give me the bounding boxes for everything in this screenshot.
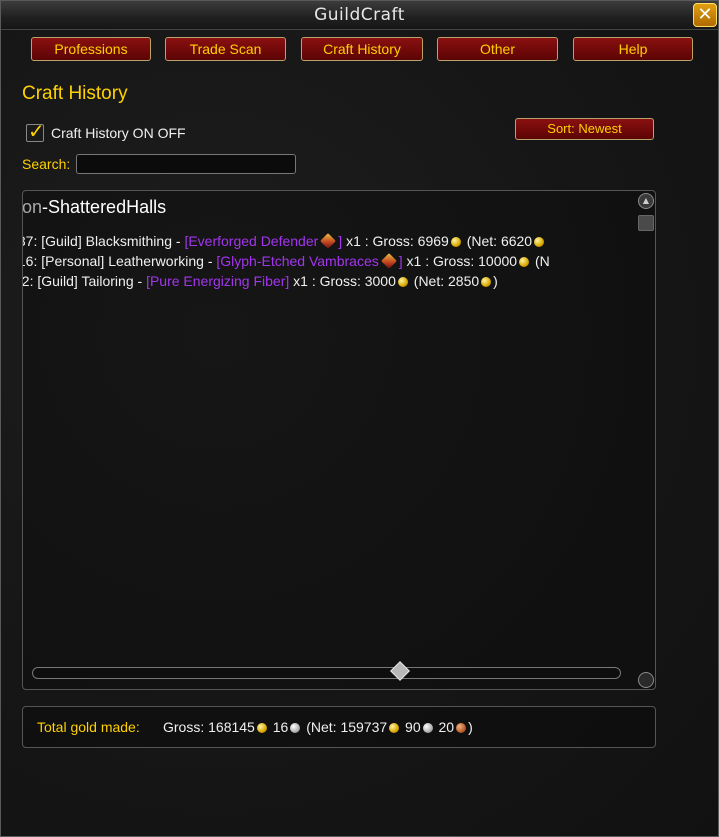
log-time: :37: <box>23 233 38 249</box>
log-qty: x1 <box>406 253 422 269</box>
log-channel: [Guild] <box>41 233 82 249</box>
silver-coin-icon <box>422 723 433 733</box>
gold-coin-icon <box>481 277 492 287</box>
log-time: :16: <box>23 253 38 269</box>
item-name: [Glyph-Etched Vambraces <box>216 253 379 269</box>
item-link[interactable]: [Glyph-Etched Vambraces] <box>216 253 402 269</box>
gold-coin-icon <box>519 257 530 267</box>
log-profession: Blacksmithing <box>85 233 172 249</box>
craft-log-panel: :on-ShatteredHalls :37: [Guild] Blacksmi… <box>22 190 656 690</box>
log-header-prefix: :on <box>22 197 43 217</box>
log-lines: :37: [Guild] Blacksmithing - [Everforged… <box>22 231 629 291</box>
log-profession: Leatherworking <box>108 253 204 269</box>
tab-craft-history[interactable]: Craft History <box>301 37 423 61</box>
craft-history-checkbox[interactable]: ✓ <box>26 119 45 143</box>
log-gross-label: Gross: <box>372 233 414 249</box>
log-header-text: -ShatteredHalls <box>42 197 167 217</box>
log-net-label: (N <box>534 253 550 269</box>
item-name: [Everforged Defender <box>184 233 319 249</box>
scroll-to-bottom-icon[interactable] <box>638 672 654 688</box>
log-line: :37: [Guild] Blacksmithing - [Everforged… <box>23 231 629 251</box>
log-dash: - <box>207 253 213 269</box>
close-button[interactable]: ✕ <box>693 3 717 27</box>
item-close: ] <box>398 253 403 269</box>
total-gold-label: Total gold made: <box>37 719 140 735</box>
title-bar[interactable]: GuildCraft <box>1 1 718 30</box>
total-gold-values: Gross: 168145 16 (Net: 159737 90 20) <box>163 719 473 735</box>
vertical-scroll-thumb[interactable] <box>638 215 654 231</box>
tab-bar: Professions Trade Scan Craft History Oth… <box>1 37 718 63</box>
checkmark-icon: ✓ <box>28 119 45 143</box>
log-line: :16: [Personal] Leatherworking - [Glyph-… <box>23 251 629 271</box>
gold-coin-icon <box>256 723 267 733</box>
tab-help[interactable]: Help <box>573 37 693 61</box>
log-net-label: (Net: <box>413 273 445 289</box>
log-net: 6620 <box>500 233 533 249</box>
log-qty: x1 <box>293 273 308 289</box>
log-gross-label: : <box>364 233 369 249</box>
scroll-up-icon[interactable]: ▲ <box>638 193 654 209</box>
craft-history-toggle-label[interactable]: Craft History ON OFF <box>51 125 186 141</box>
log-qty: x1 <box>346 233 361 249</box>
tab-other[interactable]: Other <box>437 37 558 61</box>
total-net-gold: 159737 <box>340 719 388 735</box>
total-gross-label: Gross: <box>163 719 205 735</box>
gold-coin-icon <box>450 237 461 247</box>
log-gross-label: : <box>425 253 430 269</box>
total-net-copper: 20 <box>438 719 455 735</box>
log-time: 52: <box>22 273 34 289</box>
log-line: 52: [Guild] Tailoring - [Pure Energizing… <box>22 271 629 291</box>
log-dash: - <box>137 273 143 289</box>
item-icon <box>320 233 337 249</box>
vertical-scrollbar[interactable]: ▲ <box>635 191 655 689</box>
log-net-label: (Net: <box>466 233 498 249</box>
guildcraft-window: GuildCraft ✕ Professions Trade Scan Craf… <box>0 0 719 837</box>
log-gross: 10000 <box>478 253 518 269</box>
log-gross-label: Gross: <box>319 273 361 289</box>
gold-coin-icon <box>534 237 545 247</box>
item-link[interactable]: [Pure Energizing Fiber] <box>146 273 289 289</box>
sort-newest-button[interactable]: Sort: Newest <box>515 118 654 140</box>
copper-coin-icon <box>456 723 467 733</box>
item-close: ] <box>338 233 343 249</box>
horizontal-scrollbar[interactable] <box>32 667 621 679</box>
log-gross: 3000 <box>364 273 396 289</box>
section-title: Craft History <box>22 83 128 104</box>
log-channel: [Guild] <box>37 273 78 289</box>
total-gross-silver: 16 <box>272 719 289 735</box>
log-profession: Tailoring <box>81 273 134 289</box>
gold-coin-icon <box>397 277 408 287</box>
item-link[interactable]: [Everforged Defender] <box>184 233 342 249</box>
tab-professions[interactable]: Professions <box>31 37 151 61</box>
log-net: 2850 <box>448 273 480 289</box>
log-gross-label: : <box>311 273 316 289</box>
total-gross-gold: 168145 <box>208 719 255 735</box>
total-net-label: (Net: <box>306 719 337 735</box>
log-gross-label: Gross: <box>433 253 475 269</box>
total-net-silver: 90 <box>405 719 421 735</box>
total-net-close: ) <box>468 719 473 735</box>
close-icon: ✕ <box>697 4 713 25</box>
log-gross: 6969 <box>417 233 449 249</box>
window-title: GuildCraft <box>314 5 405 25</box>
search-input[interactable] <box>76 154 296 174</box>
gold-coin-icon <box>389 723 400 733</box>
totals-panel: Total gold made: Gross: 168145 16 (Net: … <box>22 706 656 748</box>
log-channel: [Personal] <box>41 253 105 269</box>
search-label: Search: <box>22 156 71 172</box>
log-realm-header: :on-ShatteredHalls <box>22 197 167 218</box>
log-net-close: ) <box>493 273 498 289</box>
log-dash: - <box>175 233 181 249</box>
tab-trade-scan[interactable]: Trade Scan <box>165 37 286 61</box>
silver-coin-icon <box>290 723 301 733</box>
item-icon <box>380 253 397 269</box>
